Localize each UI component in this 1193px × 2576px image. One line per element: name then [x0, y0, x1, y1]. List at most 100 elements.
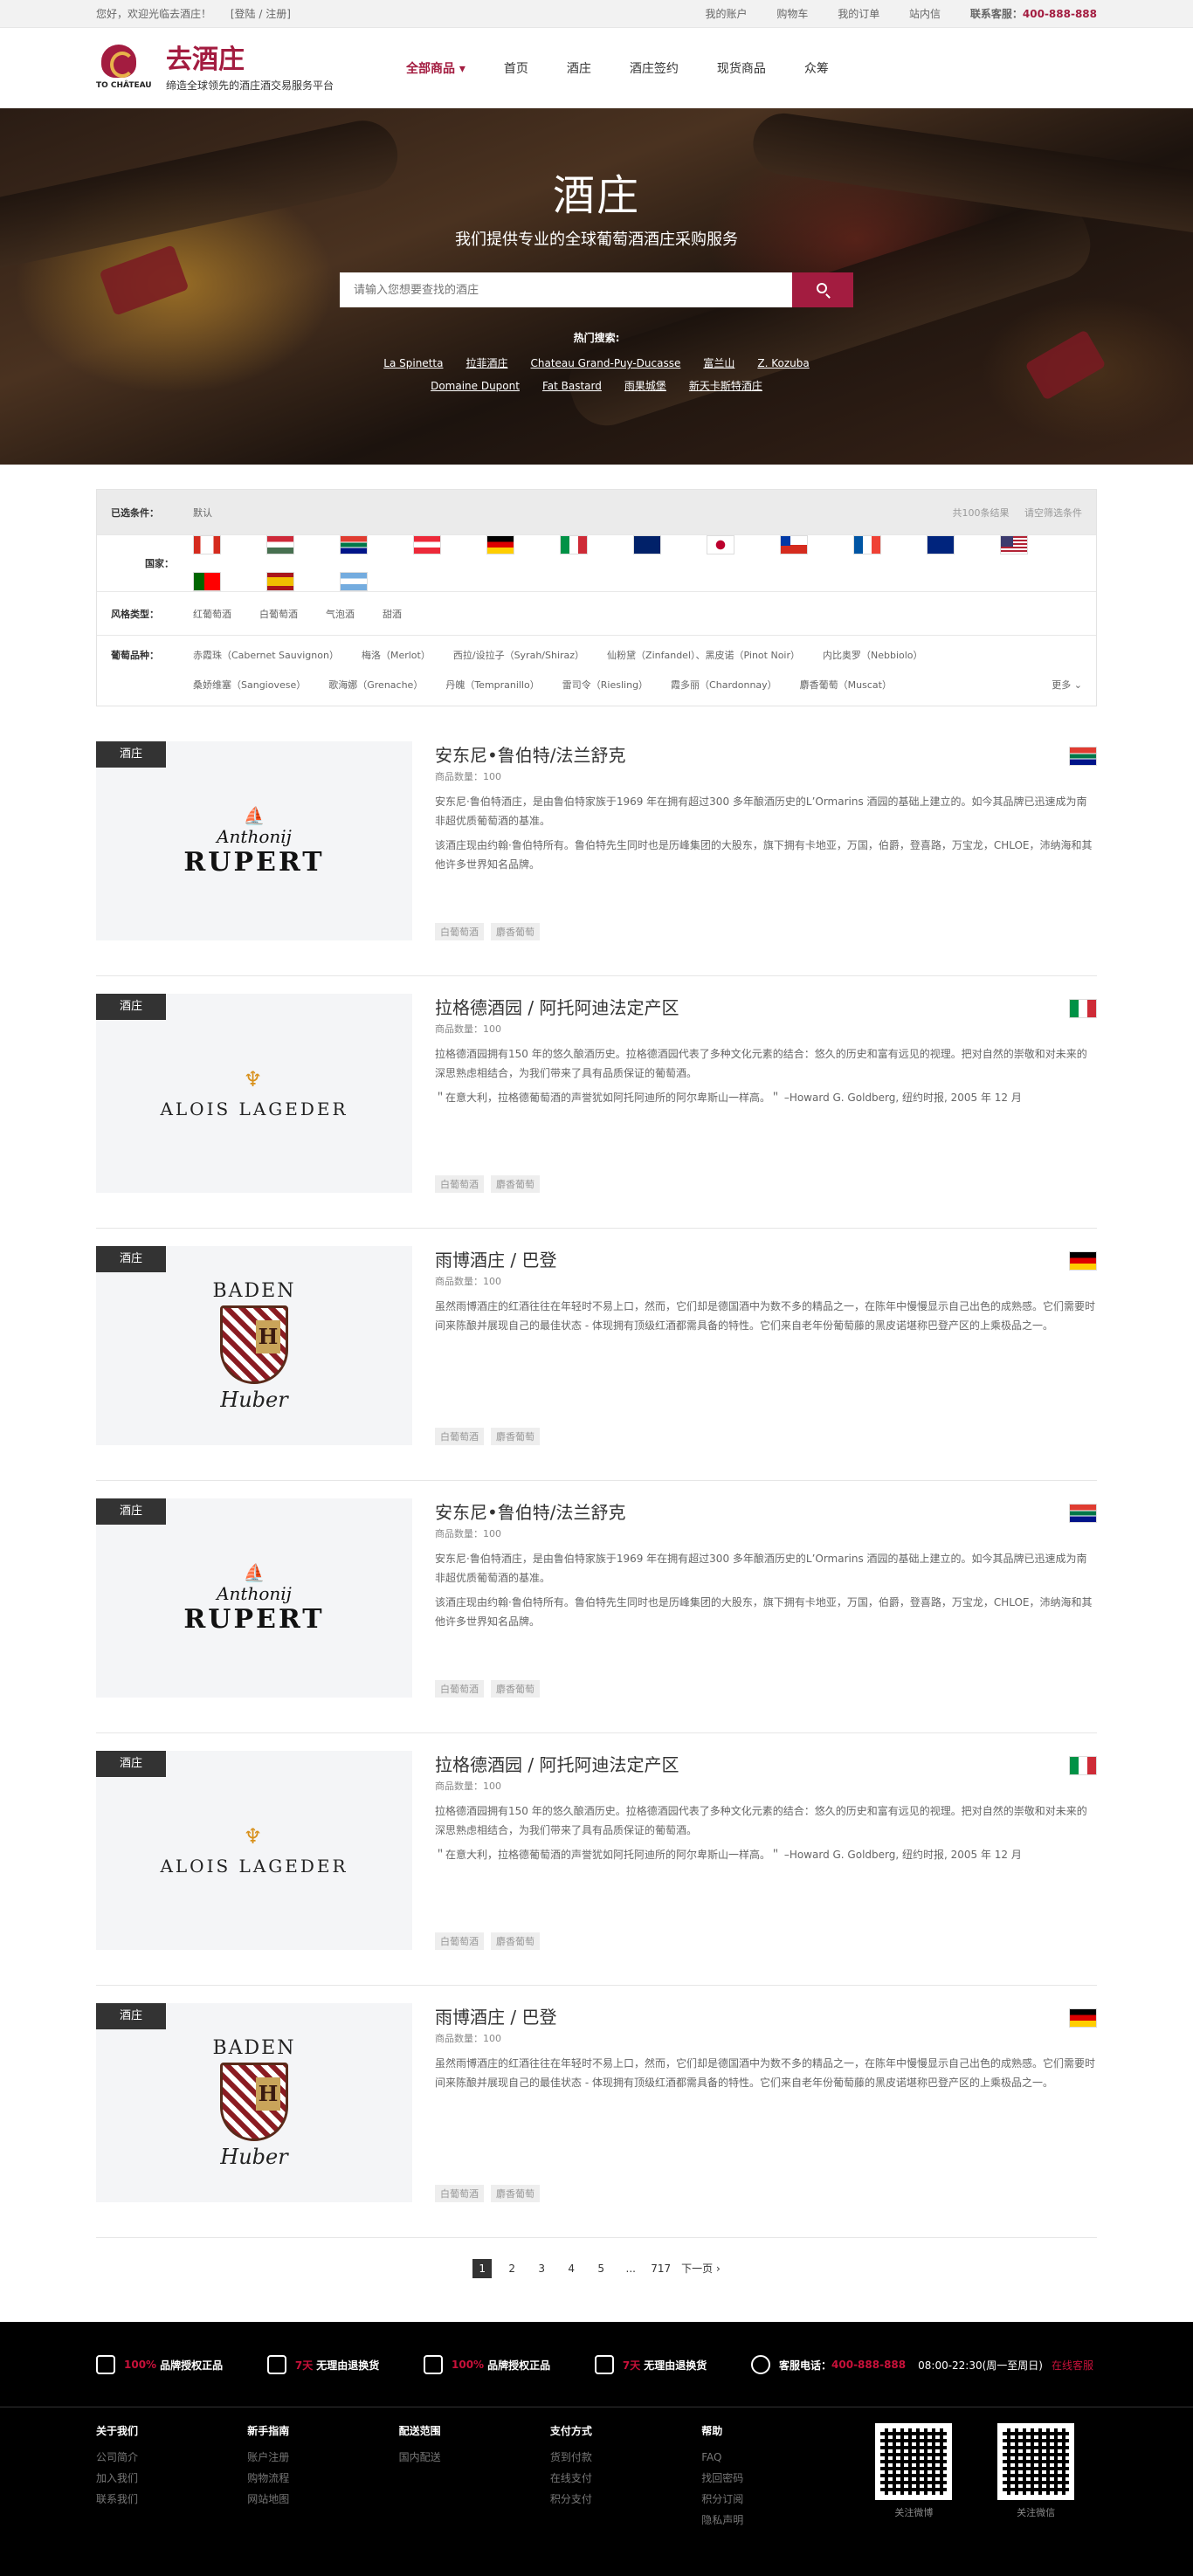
- nav-home[interactable]: 首页: [504, 59, 528, 77]
- spain-flag[interactable]: [266, 572, 294, 591]
- clear-filters-link[interactable]: 请空筛选条件: [1024, 507, 1082, 519]
- hot-link[interactable]: Domaine Dupont: [431, 375, 520, 397]
- page-link[interactable]: 717: [651, 2259, 671, 2278]
- nav-in-stock[interactable]: 现货商品: [717, 59, 766, 77]
- grape-option[interactable]: 丹魄（Tempranillo）: [445, 671, 539, 700]
- chateau-image[interactable]: 酒庄 BADENHuber: [96, 1246, 412, 1445]
- page-link[interactable]: 5: [591, 2259, 610, 2278]
- footer-link[interactable]: 账户注册: [247, 2447, 398, 2468]
- page-link[interactable]: 1: [472, 2259, 493, 2278]
- footer-link[interactable]: 隐私声明: [701, 2510, 852, 2531]
- style-option[interactable]: 甜酒: [383, 607, 402, 621]
- chateau-image[interactable]: 酒庄 ⛵ Anthonij RUPERT: [96, 741, 412, 940]
- chateau-name[interactable]: 安东尼•鲁伯特/法兰舒克: [435, 1500, 1097, 1525]
- more-button[interactable]: 更多 ⌄: [1052, 671, 1096, 706]
- footer-link[interactable]: 货到付款: [550, 2447, 701, 2468]
- hot-link[interactable]: La Spinetta: [383, 352, 443, 375]
- chateau-tag[interactable]: 白葡萄酒: [435, 1680, 484, 1698]
- chateau-name[interactable]: 雨博酒庄 / 巴登: [435, 2005, 1097, 2029]
- footer-link[interactable]: FAQ: [701, 2447, 852, 2468]
- germany-flag[interactable]: [486, 535, 514, 554]
- italy-flag[interactable]: [560, 535, 588, 554]
- chateau-tag[interactable]: 麝香葡萄: [491, 1428, 540, 1445]
- footer-link[interactable]: 找回密码: [701, 2468, 852, 2489]
- grape-option[interactable]: 赤霞珠（Cabernet Sauvignon）: [193, 641, 339, 671]
- footer-link[interactable]: 积分订阅: [701, 2489, 852, 2510]
- style-option[interactable]: 白葡萄酒: [259, 607, 298, 621]
- chateau-image[interactable]: 酒庄 ⛵ Anthonij RUPERT: [96, 1498, 412, 1698]
- portugal-flag[interactable]: [193, 572, 221, 591]
- nav-all-products[interactable]: 全部商品 ▾: [406, 59, 465, 77]
- chateau-item[interactable]: 酒庄 BADENHuber 雨博酒庄 / 巴登商品数量：100 虽然雨博酒庄的红酒往往…: [96, 1246, 1097, 1481]
- footer-link[interactable]: 网站地图: [247, 2489, 398, 2510]
- chateau-name[interactable]: 雨博酒庄 / 巴登: [435, 1248, 1097, 1272]
- chateau-tag[interactable]: 麝香葡萄: [491, 2185, 540, 2202]
- hot-link[interactable]: 富兰山: [703, 352, 734, 375]
- cart-link[interactable]: 购物车: [776, 8, 808, 20]
- chateau-item[interactable]: 酒庄 BADENHuber 雨博酒庄 / 巴登商品数量：100 虽然雨博酒庄的红酒往往…: [96, 2003, 1097, 2238]
- chateau-name[interactable]: 拉格德酒园 / 阿托阿迪法定产区: [435, 995, 1097, 1020]
- chateau-item[interactable]: 酒庄 ⛵ Anthonij RUPERT 安东尼•鲁伯特/法兰舒克 商品数量：100 安东尼…: [96, 741, 1097, 976]
- chateau-tag[interactable]: 麝香葡萄: [491, 1175, 540, 1193]
- messages-link[interactable]: 站内信: [909, 8, 941, 20]
- hot-link[interactable]: 拉菲酒庄: [465, 352, 507, 375]
- nav-crowdfunding[interactable]: 众筹: [804, 59, 829, 77]
- new-zealand-flag[interactable]: [633, 535, 661, 554]
- style-option[interactable]: 气泡酒: [326, 607, 355, 621]
- grape-option[interactable]: 桑娇维塞（Sangiovese）: [193, 671, 306, 700]
- nav-chateau-contract[interactable]: 酒庄签约: [630, 59, 679, 77]
- grape-option[interactable]: 梅洛（Merlot）: [362, 641, 431, 671]
- chateau-tag[interactable]: 白葡萄酒: [435, 1428, 484, 1445]
- chateau-image[interactable]: 酒庄 BADENHuber: [96, 2003, 412, 2202]
- next-page-button[interactable]: 下一页 ›: [681, 2259, 721, 2278]
- page-link[interactable]: 3: [532, 2259, 551, 2278]
- canada-flag[interactable]: [193, 535, 221, 554]
- chateau-item[interactable]: 酒庄 ⛵ Anthonij RUPERT 安东尼•鲁伯特/法兰舒克 商品数量：100 安东尼…: [96, 1498, 1097, 1733]
- footer-link[interactable]: 公司简介: [96, 2447, 247, 2468]
- chile-flag[interactable]: [780, 535, 808, 554]
- austria-flag[interactable]: [413, 535, 441, 554]
- footer-link[interactable]: 积分支付: [550, 2489, 701, 2510]
- chateau-tag[interactable]: 麝香葡萄: [491, 923, 540, 940]
- south-africa-flag[interactable]: [340, 535, 368, 554]
- search-input[interactable]: [340, 272, 792, 307]
- site-logo[interactable]: TO CHÂTEAU 去酒庄 缔造全球领先的酒庄酒交易服务平台: [96, 41, 406, 95]
- footer-link[interactable]: 国内配送: [399, 2447, 550, 2468]
- footer-link[interactable]: 购物流程: [247, 2468, 398, 2489]
- page-link[interactable]: 2: [502, 2259, 521, 2278]
- hot-link[interactable]: Chateau Grand-Puy-Ducasse: [530, 352, 680, 375]
- footer-link[interactable]: 联系我们: [96, 2489, 247, 2510]
- grape-option[interactable]: 内比奥罗（Nebbiolo）: [823, 641, 923, 671]
- my-orders-link[interactable]: 我的订单: [838, 8, 879, 20]
- footer-link[interactable]: 加入我们: [96, 2468, 247, 2489]
- nav-chateau[interactable]: 酒庄: [567, 59, 591, 77]
- style-option[interactable]: 红葡萄酒: [193, 607, 231, 621]
- chateau-tag[interactable]: 白葡萄酒: [435, 1932, 484, 1950]
- chateau-name[interactable]: 拉格德酒园 / 阿托阿迪法定产区: [435, 1753, 1097, 1777]
- chateau-item[interactable]: 酒庄 ♆ ALOIS LAGEDER 拉格德酒园 / 阿托阿迪法定产区 商品数量：100…: [96, 994, 1097, 1229]
- usa-flag[interactable]: [1000, 535, 1028, 554]
- footer-link[interactable]: 在线支付: [550, 2468, 701, 2489]
- grape-option[interactable]: 雷司令（Riesling）: [562, 671, 648, 700]
- chateau-image[interactable]: 酒庄 ♆ ALOIS LAGEDER: [96, 994, 412, 1193]
- australia-flag[interactable]: [927, 535, 955, 554]
- login-link[interactable]: [登陆 / 注册]: [231, 8, 291, 20]
- grape-option[interactable]: 霞多丽（Chardonnay）: [671, 671, 777, 700]
- grape-option[interactable]: 仙粉黛（Zinfandel）、黑皮诺（Pinot Noir）: [607, 641, 800, 671]
- chateau-tag[interactable]: 麝香葡萄: [491, 1680, 540, 1698]
- hot-link[interactable]: Z. Kozuba: [757, 352, 809, 375]
- argentina-flag[interactable]: [340, 572, 368, 591]
- search-button[interactable]: [792, 272, 853, 307]
- chateau-tag[interactable]: 白葡萄酒: [435, 1175, 484, 1193]
- my-account-link[interactable]: 我的账户: [706, 8, 748, 20]
- hot-link[interactable]: 雨果城堡: [624, 375, 666, 397]
- chateau-name[interactable]: 安东尼•鲁伯特/法兰舒克: [435, 743, 1097, 768]
- hungary-flag[interactable]: [266, 535, 294, 554]
- japan-flag[interactable]: [707, 535, 734, 554]
- france-flag[interactable]: [853, 535, 881, 554]
- chateau-tag[interactable]: 白葡萄酒: [435, 2185, 484, 2202]
- chateau-item[interactable]: 酒庄 ♆ ALOIS LAGEDER 拉格德酒园 / 阿托阿迪法定产区 商品数量：100…: [96, 1751, 1097, 1986]
- online-service-link[interactable]: 在线客服: [1052, 2358, 1093, 2373]
- grape-option[interactable]: 歌海娜（Grenache）: [328, 671, 423, 700]
- hot-link[interactable]: Fat Bastard: [542, 375, 602, 397]
